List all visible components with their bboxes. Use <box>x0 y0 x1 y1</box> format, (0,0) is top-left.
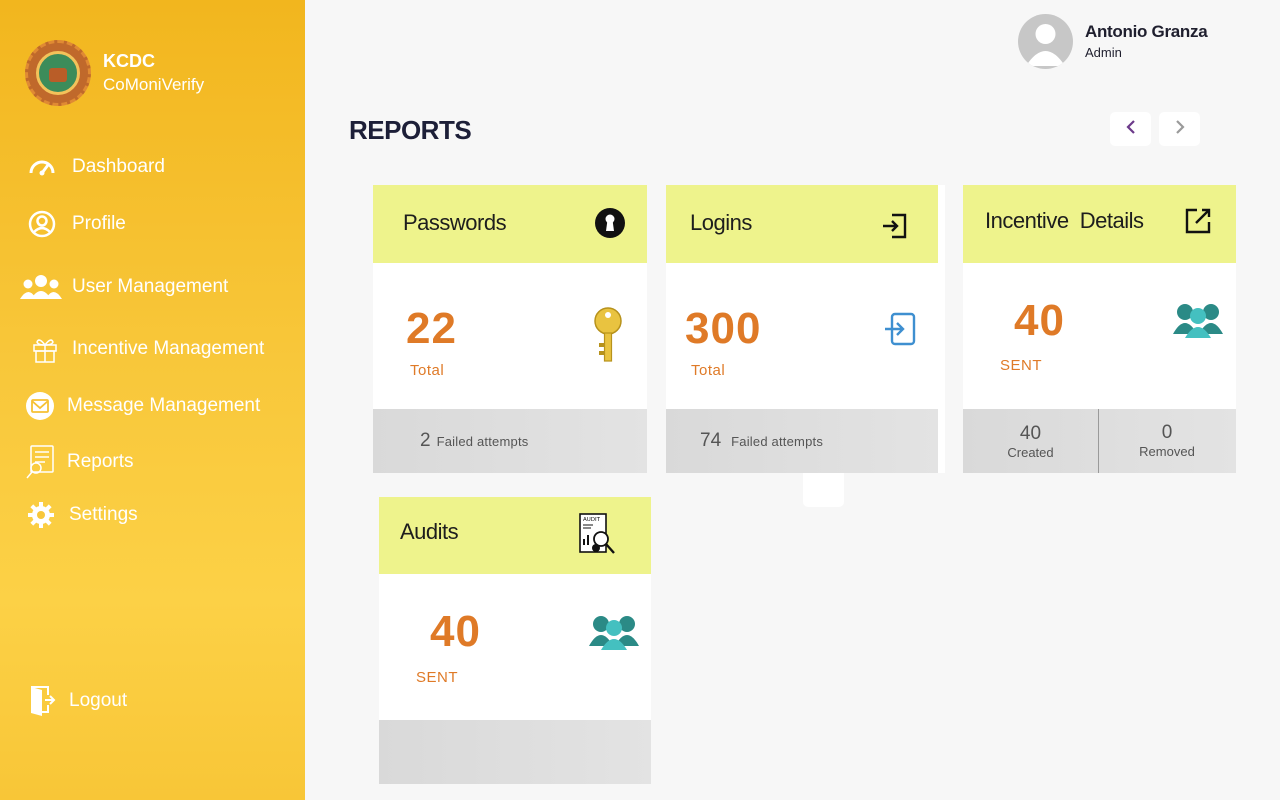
card-header: Incentive Details <box>963 185 1236 263</box>
card-footer <box>379 720 651 784</box>
logout-icon <box>27 684 57 718</box>
report-icon <box>25 444 55 480</box>
speedometer-icon <box>27 152 57 182</box>
card-tab <box>803 473 844 507</box>
card-header: Logins <box>666 185 938 263</box>
key-icon <box>593 307 623 368</box>
card-footer: 40 Created 0 Removed <box>963 409 1236 473</box>
sidebar-item-label: Profile <box>72 213 126 234</box>
card-title: Passwords <box>403 210 507 235</box>
card-title: Incentive Details <box>985 208 1144 233</box>
removed-label: Removed <box>1139 444 1195 459</box>
created-stat: 40 Created <box>963 409 1099 473</box>
logout-label: Logout <box>69 690 128 711</box>
login-total-label: Total <box>691 362 726 379</box>
card-title: Audits <box>400 519 459 544</box>
sign-in-icon <box>883 312 917 351</box>
removed-stat: 0 Removed <box>1099 409 1235 473</box>
audit-report-icon: AUDIT <box>579 513 617 560</box>
card-title: Logins <box>690 210 752 235</box>
users-group-icon <box>1172 302 1224 343</box>
sidebar-item-label: User Management <box>72 276 229 297</box>
page-title: REPORTS <box>349 115 472 145</box>
sidebar-item-user-management[interactable]: User Management <box>18 272 228 302</box>
logout-button[interactable]: Logout <box>27 684 127 718</box>
sidebar-item-incentive-management[interactable]: Incentive Management <box>30 334 264 364</box>
created-label: Created <box>1007 445 1054 460</box>
brand-name: KCDC <box>103 51 155 71</box>
sidebar-item-message-management[interactable]: Message Management <box>25 391 260 421</box>
envelope-icon <box>25 391 55 421</box>
sidebar-item-label: Dashboard <box>72 156 165 177</box>
login-icon <box>881 213 907 244</box>
failed-attempts-label: Failed attempts <box>436 433 529 449</box>
card-footer: 74 Failed attempts <box>666 409 938 473</box>
brand-subtitle: CoMoniVerify <box>103 75 205 94</box>
sidebar-item-reports[interactable]: Reports <box>25 444 134 480</box>
svg-text:AUDIT: AUDIT <box>583 517 601 523</box>
user-role: Admin <box>1085 45 1122 60</box>
keyhole-icon <box>595 208 625 243</box>
sidebar-item-label: Incentive Management <box>72 338 265 359</box>
sidebar-item-label: Settings <box>69 504 138 525</box>
gear-icon <box>26 500 56 530</box>
passwords-card[interactable]: Passwords 22 Total 2 Failed attempts <box>373 185 647 473</box>
edit-icon <box>1184 207 1212 240</box>
kcdc-logo <box>25 40 91 106</box>
incentive-details-card[interactable]: Incentive Details 40 SENT 40 Created 0 R… <box>963 185 1236 473</box>
logins-card[interactable]: Logins 300 Total 74 Failed attempts <box>666 185 945 473</box>
avatar[interactable] <box>1018 14 1073 69</box>
sidebar-item-label: Message Management <box>67 395 261 416</box>
password-total-label: Total <box>410 362 445 379</box>
card-header: Audits AUDIT <box>379 497 651 574</box>
brand: KCDC CoMoniVerify <box>25 40 204 106</box>
sidebar: KCDC CoMoniVerify Dashboard Profile User… <box>0 0 305 800</box>
created-count: 40 <box>1019 423 1042 444</box>
chevron-right-icon <box>1174 119 1186 140</box>
card-footer: 2 Failed attempts <box>373 409 647 473</box>
incentive-sent-value: 40 <box>1014 296 1065 345</box>
audits-sent-label: SENT <box>416 669 459 686</box>
next-button[interactable] <box>1159 112 1200 146</box>
removed-count: 0 <box>1161 422 1173 443</box>
login-total-value: 300 <box>685 304 762 353</box>
user-circle-icon <box>27 209 57 239</box>
card-header: Passwords <box>373 185 647 263</box>
audits-card[interactable]: Audits AUDIT 40 SENT <box>379 497 651 784</box>
audits-sent-value: 40 <box>430 607 481 656</box>
sidebar-item-label: Reports <box>67 451 134 472</box>
gift-icon <box>30 334 60 364</box>
incentive-sent-label: SENT <box>1000 357 1043 374</box>
previous-button[interactable] <box>1110 112 1151 146</box>
failed-attempts-count: 74 <box>700 430 722 451</box>
sidebar-item-profile[interactable]: Profile <box>27 209 126 239</box>
chevron-left-icon <box>1125 119 1137 140</box>
failed-attempts-label: Failed attempts <box>731 433 824 449</box>
users-group-icon <box>588 614 640 655</box>
sidebar-item-settings[interactable]: Settings <box>26 500 138 530</box>
password-total-value: 22 <box>406 304 457 353</box>
user-name: Antonio Granza <box>1085 22 1208 41</box>
sidebar-item-dashboard[interactable]: Dashboard <box>27 152 165 182</box>
users-icon <box>18 272 64 302</box>
failed-attempts-count: 2 <box>420 430 431 451</box>
